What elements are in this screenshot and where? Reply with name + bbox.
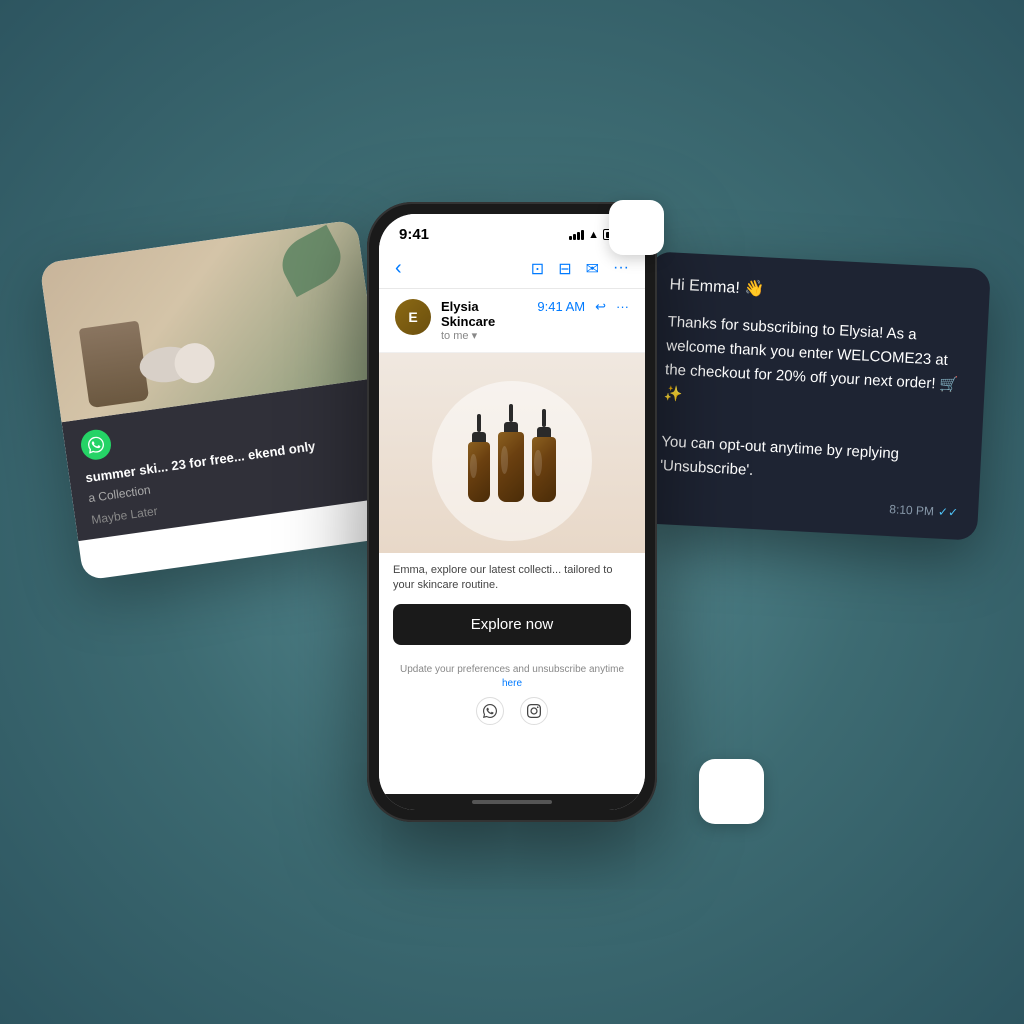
chat-line1: Thanks for subscribing to Elysia! As a w… — [663, 310, 968, 422]
bottles-container — [468, 404, 556, 502]
bottle-1 — [468, 414, 490, 502]
delete-icon[interactable]: ⊟ — [558, 259, 571, 279]
whatsapp-social-icon[interactable] — [476, 697, 504, 725]
email-sender: E Elysia Skincare to me ▾ 9:41 AM ↩ ··· — [379, 289, 645, 353]
stone-decoration — [137, 343, 196, 385]
email-footer: Update your preferences and unsubscribe … — [379, 655, 645, 733]
sender-info: Elysia Skincare to me ▾ — [441, 299, 527, 342]
phone-screen: 9:41 ▲ ‹ ⊡ ⊟ ✉ ··· — [379, 214, 645, 810]
chat-card: Hi Emma! 👋 Thanks for subscribing to Ely… — [637, 251, 991, 540]
reply-button[interactable]: ↩ — [595, 299, 606, 315]
unsubscribe-link[interactable]: here — [502, 678, 522, 689]
bottle-3 — [532, 409, 556, 502]
email-content: Emma, explore our latest collecti... tai… — [379, 353, 645, 794]
footer-text: Update your preferences and unsubscribe … — [393, 663, 631, 691]
archive-icon[interactable]: ⊡ — [531, 259, 544, 279]
email-body-paragraph: Emma, explore our latest collecti... tai… — [393, 563, 631, 594]
more-icon[interactable]: ··· — [613, 259, 629, 279]
float-decoration-2 — [699, 759, 764, 824]
social-icons — [393, 697, 631, 725]
sender-avatar: E — [395, 299, 431, 335]
product-image-area — [379, 353, 645, 553]
sender-name: Elysia Skincare — [441, 299, 527, 329]
chat-greeting: Hi Emma! 👋 — [669, 272, 970, 313]
email-more-button[interactable]: ··· — [616, 299, 629, 315]
toolbar-icons: ⊡ ⊟ ✉ ··· — [531, 259, 629, 279]
sender-time: 9:41 AM — [537, 299, 585, 315]
check-marks-icon: ✓✓ — [938, 504, 959, 519]
signal-icon — [569, 230, 584, 240]
leaf-decoration — [273, 225, 349, 297]
status-bar: 9:41 ▲ — [379, 214, 645, 249]
bottle-2 — [498, 404, 524, 502]
float-decoration-1 — [609, 200, 664, 255]
back-button[interactable]: ‹ — [395, 257, 402, 280]
instagram-social-icon[interactable] — [520, 697, 548, 725]
whatsapp-card: summer ski... 23 for free... ekend only … — [39, 219, 400, 580]
wifi-icon: ▲ — [588, 229, 599, 241]
scene: summer ski... 23 for free... ekend only … — [0, 0, 1024, 1024]
email-actions: 9:41 AM ↩ ··· — [537, 299, 629, 315]
home-bar — [472, 800, 552, 804]
sender-to: to me ▾ — [441, 329, 527, 342]
home-indicator — [379, 794, 645, 810]
chat-time: 8:10 PM ✓✓ — [658, 490, 958, 520]
status-time: 9:41 — [399, 226, 429, 243]
whatsapp-icon — [79, 428, 113, 462]
phone-mockup: 9:41 ▲ ‹ ⊡ ⊟ ✉ ··· — [367, 202, 657, 822]
explore-now-button[interactable]: Explore now — [393, 604, 631, 645]
email-toolbar: ‹ ⊡ ⊟ ✉ ··· — [379, 249, 645, 289]
chat-text: Hi Emma! 👋 Thanks for subscribing to Ely… — [660, 272, 970, 493]
mail-icon[interactable]: ✉ — [586, 259, 599, 279]
chat-line2: You can opt-out anytime by replying 'Uns… — [660, 430, 962, 494]
email-body-text: Emma, explore our latest collecti... tai… — [379, 553, 645, 604]
